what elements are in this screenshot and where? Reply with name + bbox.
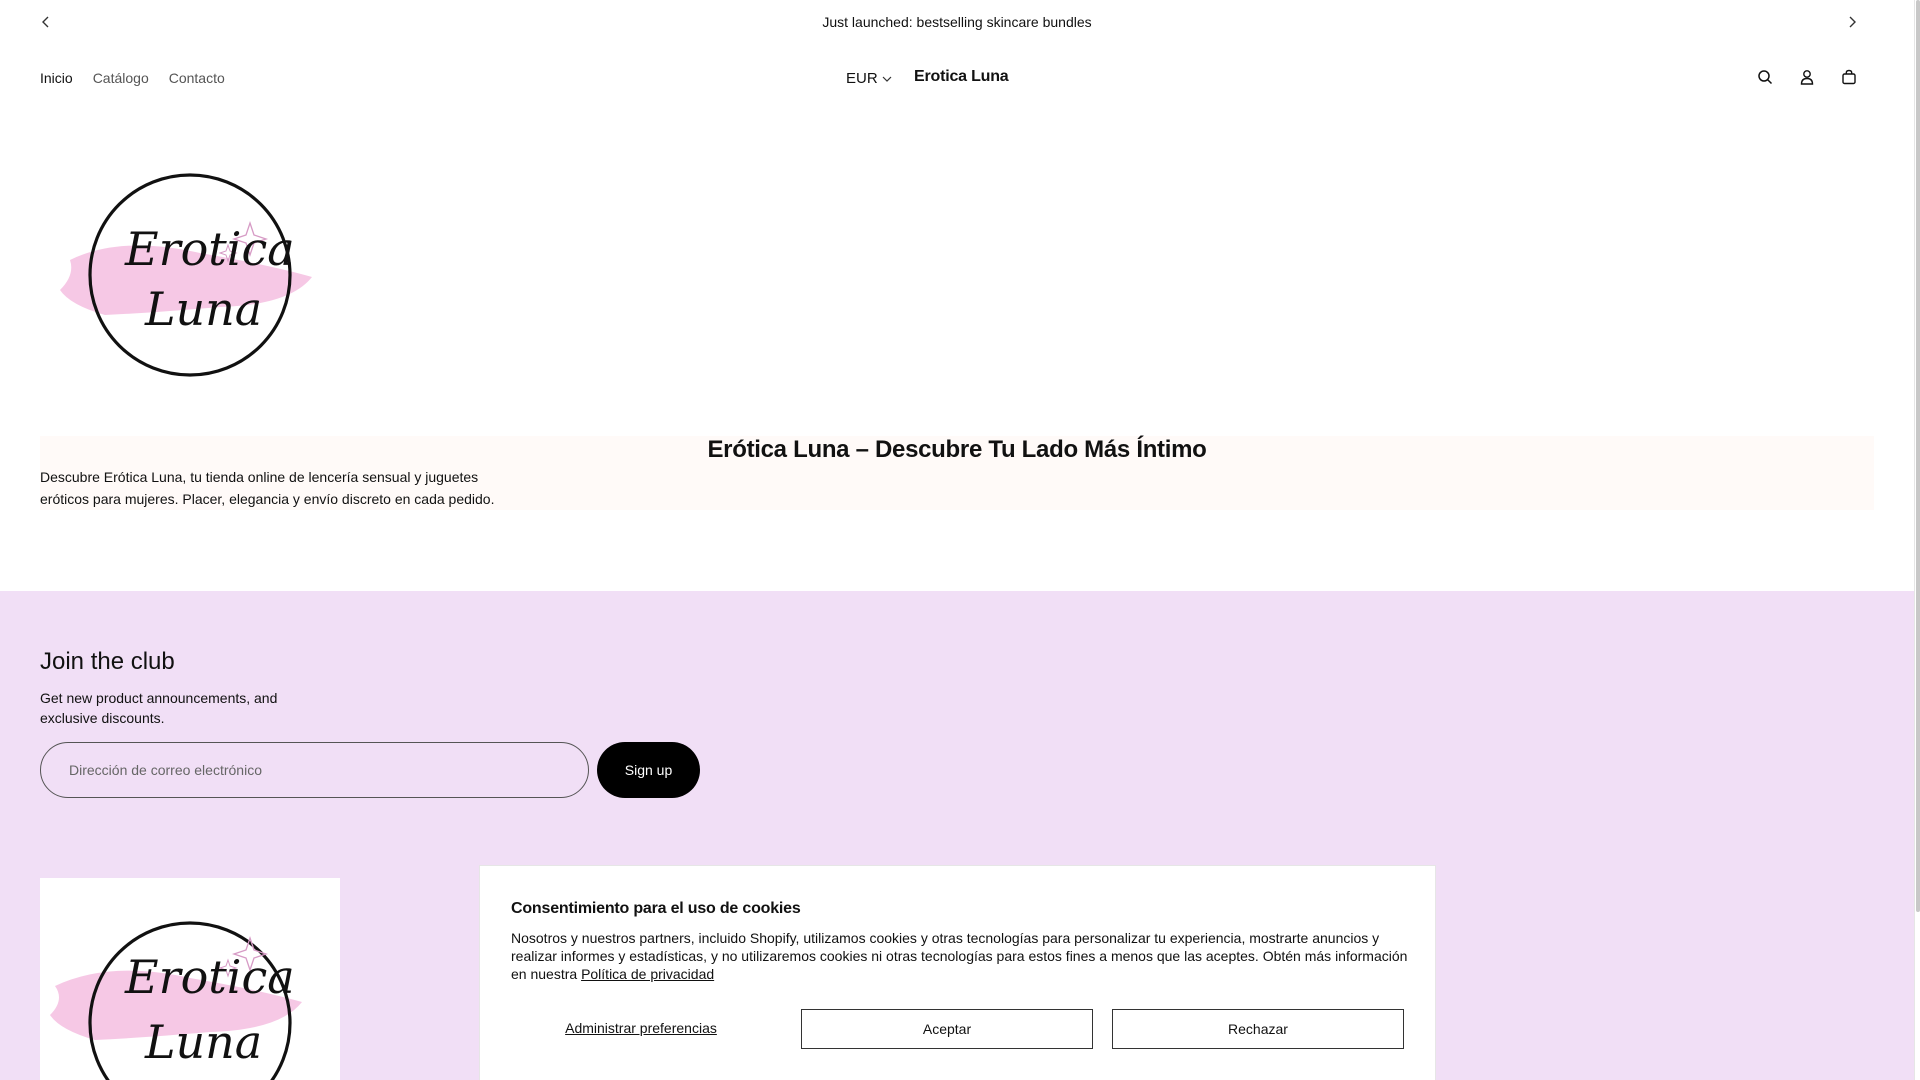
chevron-left-icon[interactable] [36,12,56,32]
page-title: Erótica Luna – Descubre Tu Lado Más Ínti… [707,436,1207,463]
cookie-consent-dialog: Consentimiento para el uso de cookies No… [479,865,1436,1080]
currency-label: EUR [846,70,878,87]
page-scrollbar[interactable] [1914,0,1920,1080]
announcement-text[interactable]: Just launched: bestselling skincare bund… [822,14,1091,30]
footer-logo-line-1: Erotica [124,950,295,1004]
privacy-policy-link[interactable]: Política de privacidad [581,966,714,982]
newsletter-description: Get new product announcements, and exclu… [40,690,278,726]
cookie-text: Nosotros y nuestros partners, incluido S… [511,929,1411,983]
hero-description: Descubre Erótica Luna, tu tienda online … [40,469,495,507]
newsletter-title: Join the club [40,648,175,675]
reject-button[interactable]: Rechazar [1112,1009,1404,1049]
brand-logo[interactable]: Erotica Luna [50,165,320,385]
accept-button[interactable]: Aceptar [801,1009,1093,1049]
site-header: Inicio Catálogo Contacto EUR Erotica Lun… [0,56,1914,100]
currency-selector[interactable]: EUR [846,70,892,87]
logo-line-1: Erotica [124,222,295,276]
chevron-right-icon[interactable] [1842,12,1862,32]
logo-line-2: Luna [144,282,262,336]
nav-item-contacto[interactable]: Contacto [169,70,225,86]
footer-logo-line-2: Luna [144,1015,262,1069]
account-icon[interactable] [1797,67,1817,87]
nav-item-inicio[interactable]: Inicio [40,70,73,86]
email-input[interactable] [40,742,589,798]
cookie-title: Consentimiento para el uso de cookies [511,900,801,917]
sign-up-button[interactable]: Sign up [597,742,700,798]
announcement-bar: Just launched: bestselling skincare bund… [0,0,1914,44]
brand-name[interactable]: Erotica Luna [914,68,1009,86]
page: Just launched: bestselling skincare bund… [0,0,1914,1080]
scrollbar-thumb[interactable] [1916,0,1920,912]
hero-text-section: Erótica Luna – Descubre Tu Lado Más Ínti… [40,436,1874,510]
chevron-down-icon [882,76,892,82]
footer-logo[interactable]: Erotica Luna [40,878,340,1080]
cart-icon[interactable] [1839,67,1859,87]
header-icons [1755,67,1859,87]
nav-item-catalogo[interactable]: Catálogo [93,70,149,86]
manage-preferences-button[interactable]: Administrar preferencias [511,1009,771,1047]
search-icon[interactable] [1755,67,1775,87]
main-nav: Inicio Catálogo Contacto [40,70,225,86]
